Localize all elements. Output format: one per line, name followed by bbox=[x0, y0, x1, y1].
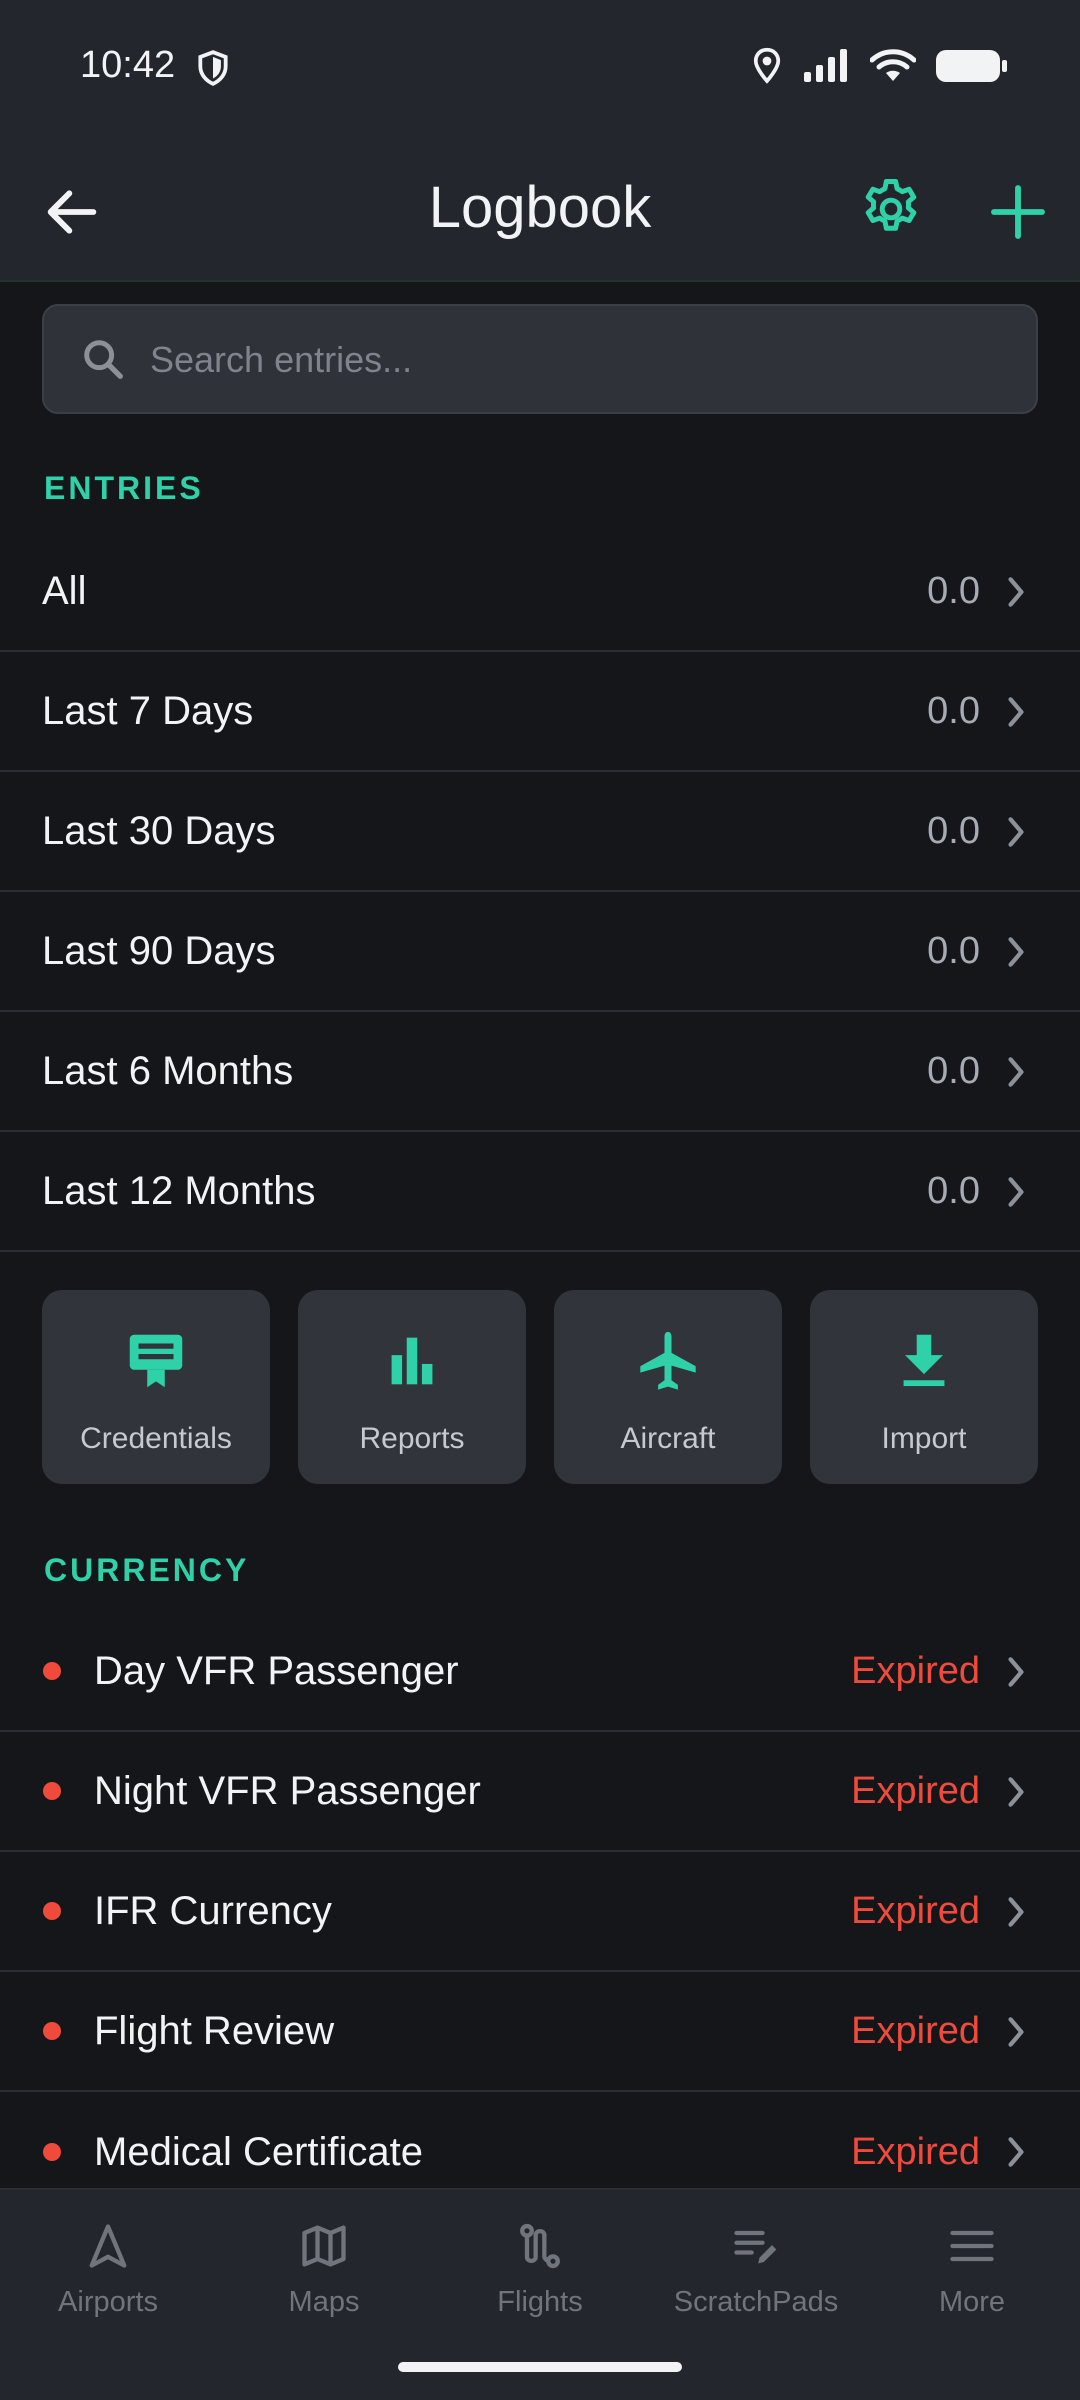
tile-label: Aircraft bbox=[620, 1422, 716, 1455]
tile-label: Credentials bbox=[80, 1422, 232, 1455]
status-dot bbox=[43, 1662, 61, 1680]
status-dot bbox=[43, 2143, 61, 2161]
airplane-icon bbox=[640, 1331, 696, 1390]
status-dot bbox=[43, 1902, 61, 1920]
menu-icon bbox=[950, 2230, 994, 2262]
tab-label: Airports bbox=[58, 2286, 158, 2318]
status-dot bbox=[43, 2022, 61, 2040]
currency-row-night-vfr-passenger[interactable]: Night VFR Passenger Expired bbox=[0, 1732, 1080, 1852]
credentials-button[interactable]: Credentials bbox=[42, 1290, 270, 1484]
credentials-icon bbox=[129, 1334, 183, 1388]
row-value: 0.0 bbox=[927, 1169, 980, 1212]
row-label: Last 6 Months bbox=[42, 1048, 294, 1093]
row-label: Last 12 Months bbox=[42, 1168, 316, 1213]
search-icon bbox=[84, 340, 123, 379]
row-label: All bbox=[42, 568, 87, 613]
tab-scratchpads[interactable]: ScratchPads bbox=[648, 2220, 864, 2340]
status-icons bbox=[752, 46, 1008, 86]
map-icon bbox=[302, 2225, 346, 2267]
home-indicator bbox=[398, 2362, 682, 2372]
currency-row-day-vfr-passenger[interactable]: Day VFR Passenger Expired bbox=[0, 1612, 1080, 1732]
tab-airports[interactable]: Airports bbox=[0, 2220, 216, 2340]
location-icon bbox=[753, 47, 781, 84]
entry-row-all[interactable]: All 0.0 bbox=[0, 532, 1080, 652]
row-value: 0.0 bbox=[927, 689, 980, 732]
row-value: 0.0 bbox=[927, 809, 980, 852]
tab-label: ScratchPads bbox=[673, 2286, 839, 2318]
entries-list: All 0.0 Last 7 Days 0.0 Last 30 Days 0.0… bbox=[0, 532, 1080, 1252]
currency-section-label: CURRENCY bbox=[44, 1552, 250, 1588]
status-badge: Expired bbox=[851, 2130, 980, 2173]
status-dot bbox=[43, 1782, 61, 1800]
add-entry-icon[interactable] bbox=[986, 180, 1050, 244]
aircraft-button[interactable]: Aircraft bbox=[554, 1290, 782, 1484]
row-label: Night VFR Passenger bbox=[94, 1768, 481, 1813]
quick-actions: Credentials Reports Aircraft Import bbox=[42, 1290, 1038, 1484]
signal-icon bbox=[804, 49, 847, 82]
tab-more[interactable]: More bbox=[864, 2220, 1080, 2340]
notes-edit-icon bbox=[734, 2230, 777, 2264]
chevron-right-icon bbox=[1008, 2017, 1024, 2047]
status-badge: Expired bbox=[851, 1889, 980, 1932]
chevron-right-icon bbox=[1008, 577, 1024, 607]
currency-row-flight-review[interactable]: Flight Review Expired bbox=[0, 1972, 1080, 2092]
chevron-right-icon bbox=[1008, 2137, 1024, 2167]
chevron-right-icon bbox=[1008, 937, 1024, 967]
chevron-right-icon bbox=[1008, 697, 1024, 727]
row-label: Day VFR Passenger bbox=[94, 1648, 459, 1693]
chevron-right-icon bbox=[1008, 1177, 1024, 1207]
row-label: Last 7 Days bbox=[42, 688, 254, 733]
entry-row-last-90-days[interactable]: Last 90 Days 0.0 bbox=[0, 892, 1080, 1012]
status-bar: 10:42 bbox=[0, 0, 1080, 140]
tab-label: Flights bbox=[497, 2286, 583, 2318]
row-value: 0.0 bbox=[927, 929, 980, 972]
app-header: Logbook bbox=[0, 140, 1080, 282]
row-label: Last 90 Days bbox=[42, 928, 276, 973]
chevron-right-icon bbox=[1008, 817, 1024, 847]
download-icon bbox=[903, 1334, 945, 1387]
chevron-right-icon bbox=[1008, 1057, 1024, 1087]
tab-flights[interactable]: Flights bbox=[432, 2220, 648, 2340]
import-button[interactable]: Import bbox=[810, 1290, 1038, 1484]
shield-icon bbox=[198, 50, 228, 86]
search-bar[interactable] bbox=[42, 304, 1038, 414]
entry-row-last-6-months[interactable]: Last 6 Months 0.0 bbox=[0, 1012, 1080, 1132]
row-value: 0.0 bbox=[927, 569, 980, 612]
status-time: 10:42 bbox=[80, 44, 176, 86]
tile-label: Reports bbox=[359, 1422, 465, 1455]
chevron-right-icon bbox=[1008, 1897, 1024, 1927]
entry-row-last-7-days[interactable]: Last 7 Days 0.0 bbox=[0, 652, 1080, 772]
currency-row-ifr-currency[interactable]: IFR Currency Expired bbox=[0, 1852, 1080, 1972]
battery-icon bbox=[936, 50, 1007, 82]
tab-label: More bbox=[938, 2286, 1006, 2318]
entry-row-last-12-months[interactable]: Last 12 Months 0.0 bbox=[0, 1132, 1080, 1252]
wifi-icon bbox=[870, 49, 916, 81]
route-icon bbox=[520, 2223, 560, 2269]
tab-maps[interactable]: Maps bbox=[216, 2220, 432, 2340]
chevron-right-icon bbox=[1008, 1777, 1024, 1807]
status-badge: Expired bbox=[851, 1649, 980, 1692]
status-badge: Expired bbox=[851, 1769, 980, 1812]
search-input[interactable] bbox=[150, 330, 1010, 390]
reports-button[interactable]: Reports bbox=[298, 1290, 526, 1484]
row-label: IFR Currency bbox=[94, 1888, 332, 1933]
bar-chart-icon bbox=[391, 1337, 433, 1385]
gear-icon[interactable] bbox=[858, 176, 924, 242]
status-badge: Expired bbox=[851, 2009, 980, 2052]
row-value: 0.0 bbox=[927, 1049, 980, 1092]
row-label: Medical Certificate bbox=[94, 2129, 424, 2174]
row-label: Flight Review bbox=[94, 2008, 335, 2053]
chevron-right-icon bbox=[1008, 1657, 1024, 1687]
row-label: Last 30 Days bbox=[42, 808, 276, 853]
entries-section-label: ENTRIES bbox=[44, 470, 204, 506]
entry-row-last-30-days[interactable]: Last 30 Days 0.0 bbox=[0, 772, 1080, 892]
tile-label: Import bbox=[881, 1422, 967, 1455]
currency-list: Day VFR Passenger Expired Night VFR Pass… bbox=[0, 1612, 1080, 2212]
tab-label: Maps bbox=[288, 2286, 360, 2318]
navigation-arrow-icon bbox=[89, 2224, 127, 2268]
